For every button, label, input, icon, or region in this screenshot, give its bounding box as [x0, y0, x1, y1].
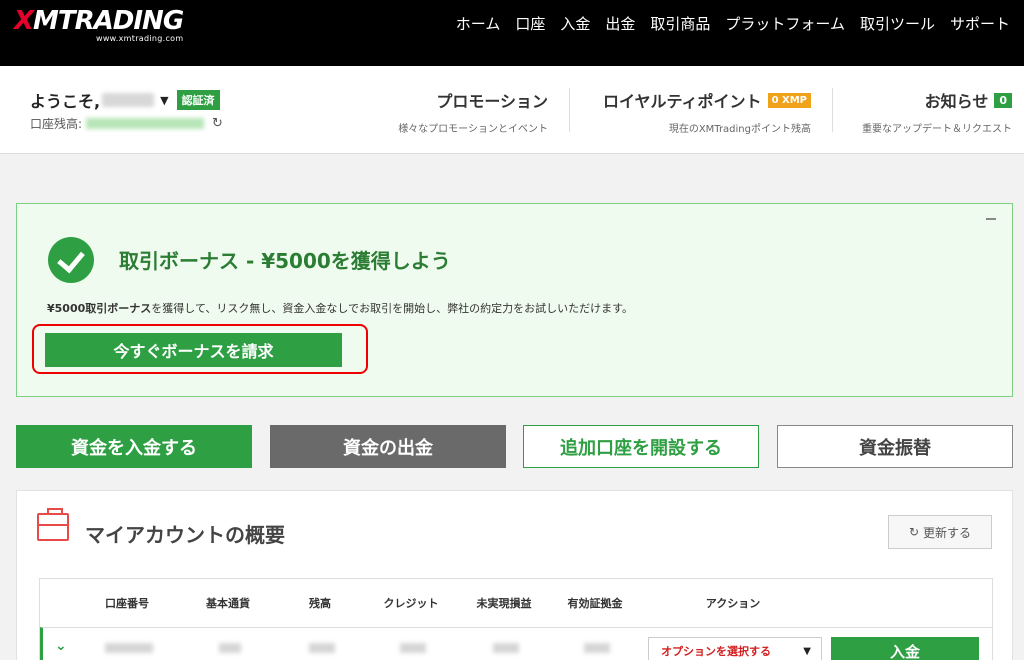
xmtrading-logo[interactable]: XMTRADING www.xmtrading.com: [14, 6, 184, 43]
account-header: ようこそ, ▼ 認証済 口座残高: ↻ プロモーション 様々なプロモーションとイ…: [0, 66, 1024, 154]
col-account-number: 口座番号: [105, 597, 149, 610]
logo-x: X: [14, 6, 34, 36]
news-sub: 重要なアップデート＆リクエスト: [862, 124, 1012, 135]
nav-home[interactable]: ホーム: [456, 13, 501, 34]
col-equity: 有効証拠金: [567, 597, 623, 610]
checkmark-icon: [48, 237, 94, 283]
balance-label: 口座残高:: [30, 117, 83, 131]
row-deposit-button[interactable]: 入金: [831, 637, 979, 660]
logo-url: www.xmtrading.com: [96, 34, 184, 43]
col-action: アクション: [705, 597, 761, 610]
chevron-down-icon: ▼: [803, 645, 811, 657]
promotion-title: プロモーション: [436, 92, 548, 111]
loyalty-link[interactable]: ロイヤルティポイント 0 XMP 現在のXMTradingポイント残高: [603, 88, 811, 135]
claim-bonus-button[interactable]: 今すぐボーナスを請求: [45, 333, 342, 367]
nav-account[interactable]: 口座: [515, 13, 545, 34]
refresh-icon[interactable]: ↻: [212, 116, 223, 131]
minimize-icon[interactable]: [986, 218, 996, 220]
refresh-button[interactable]: ↻ 更新する: [888, 515, 992, 549]
divider: [832, 88, 833, 132]
col-balance: 残高: [309, 597, 331, 610]
nav-deposit[interactable]: 入金: [560, 13, 590, 34]
account-name-redacted: [102, 93, 155, 107]
withdraw-funds-button[interactable]: 資金の出金: [270, 425, 506, 468]
top-navbar: XMTRADING www.xmtrading.com ホーム 口座 入金 出金…: [0, 0, 1024, 66]
bonus-panel: 取引ボーナス - ¥5000を獲得しよう ¥5000取引ボーナスを獲得して、リス…: [16, 203, 1013, 397]
chevron-down-icon[interactable]: ▼: [160, 94, 168, 107]
welcome-line: ようこそ, ▼ 認証済: [30, 88, 220, 112]
col-base-currency: 基本通貨: [206, 597, 250, 610]
table-row[interactable]: ⌄ オプションを選択する ▼ 入金: [40, 627, 992, 660]
deposit-funds-button[interactable]: 資金を入金する: [16, 425, 252, 468]
divider: [569, 88, 570, 132]
unrealized-redacted: [493, 643, 519, 653]
bonus-title: 取引ボーナス - ¥5000を獲得しよう: [119, 249, 451, 273]
news-title: お知らせ: [924, 92, 989, 111]
nav-platform[interactable]: プラットフォーム: [725, 13, 845, 34]
logo-text: XMTRADING: [14, 6, 184, 36]
refresh-icon: ↻: [908, 525, 920, 539]
nav-support[interactable]: サポート: [950, 13, 1010, 34]
verified-badge: 認証済: [176, 90, 220, 110]
promotion-sub: 様々なプロモーションとイベント: [398, 124, 548, 135]
loyalty-sub: 現在のXMTradingポイント残高: [668, 124, 811, 135]
account-number-redacted: [105, 643, 153, 653]
open-account-button[interactable]: 追加口座を開設する: [523, 425, 759, 468]
nav-tools[interactable]: 取引ツール: [860, 13, 935, 34]
account-overview: マイアカウントの概要 ↻ 更新する 口座番号 基本通貨 残高 クレジット 未実現…: [16, 490, 1013, 660]
main-nav: ホーム 口座 入金 出金 取引商品 プラットフォーム 取引ツール サポート: [456, 13, 1010, 34]
news-link[interactable]: お知らせ 0 重要なアップデート＆リクエスト: [862, 88, 1012, 135]
balance-redacted: [309, 643, 335, 653]
overview-title: マイアカウントの概要: [85, 523, 285, 547]
news-count-badge: 0: [994, 92, 1012, 108]
welcome-text: ようこそ,: [30, 92, 101, 111]
chevron-down-icon[interactable]: ⌄: [55, 638, 67, 654]
equity-redacted: [584, 643, 610, 653]
accounts-table: 口座番号 基本通貨 残高 クレジット 未実現損益 有効証拠金 アクション ⌄ オ…: [39, 578, 993, 660]
bonus-desc-rest: を獲得して、リスク無し、資金入金なしでお取引を開始し、弊社の約定力をお試しいただ…: [151, 302, 633, 315]
currency-redacted: [219, 643, 241, 653]
refresh-label: 更新する: [923, 525, 972, 540]
col-credit: クレジット: [383, 597, 439, 610]
options-select-label: オプションを選択する: [661, 645, 771, 658]
transfer-funds-button[interactable]: 資金振替: [777, 425, 1013, 468]
xmp-badge: 0 XMP: [767, 92, 811, 108]
balance-line: 口座残高: ↻: [30, 115, 223, 132]
logo-rest: MTRADING: [33, 6, 184, 36]
credit-redacted: [400, 643, 426, 653]
loyalty-title: ロイヤルティポイント: [603, 92, 762, 111]
balance-value-redacted: [86, 118, 205, 129]
col-unrealized-pl: 未実現損益: [476, 597, 532, 610]
bonus-desc-bold: ¥5000取引ボーナス: [47, 302, 152, 315]
nav-products[interactable]: 取引商品: [650, 13, 710, 34]
nav-withdraw[interactable]: 出金: [605, 13, 635, 34]
briefcase-icon: [37, 508, 69, 541]
promotion-link[interactable]: プロモーション 様々なプロモーションとイベント: [398, 88, 548, 135]
bonus-description: ¥5000取引ボーナスを獲得して、リスク無し、資金入金なしでお取引を開始し、弊社…: [47, 300, 633, 316]
options-select[interactable]: オプションを選択する ▼: [648, 637, 822, 660]
